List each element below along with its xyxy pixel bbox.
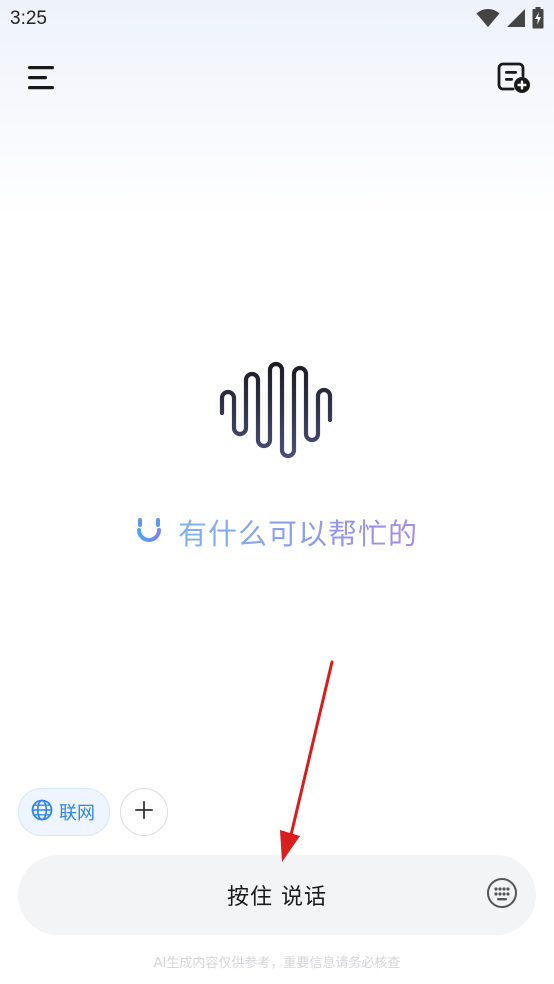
sound-wave-logo-icon <box>212 358 342 463</box>
hold-to-talk-label: 按住 说话 <box>227 885 327 910</box>
status-icons <box>476 7 544 29</box>
wifi-icon <box>476 8 500 28</box>
menu-button[interactable] <box>20 58 64 102</box>
greeting-text: 有什么可以帮忙的 <box>178 511 418 553</box>
chip-row: 联网 <box>18 788 168 836</box>
web-search-chip[interactable]: 联网 <box>18 788 110 836</box>
new-chat-button[interactable] <box>492 58 536 102</box>
status-time: 3:25 <box>10 8 47 29</box>
menu-icon <box>27 65 57 95</box>
keyboard-toggle-button[interactable] <box>486 877 518 913</box>
signal-icon <box>506 8 526 28</box>
ai-disclaimer: AI生成内容仅供参考，重要信息请务必核查 <box>153 956 401 971</box>
new-chat-icon <box>496 61 532 99</box>
keyboard-icon <box>486 877 518 913</box>
status-bar: 3:25 <box>0 0 554 38</box>
hold-to-talk-button[interactable]: 按住 说话 <box>18 855 536 935</box>
annotation-arrow-icon <box>270 650 350 875</box>
plus-icon <box>134 800 154 824</box>
battery-charging-icon <box>532 7 544 29</box>
web-search-label: 联网 <box>59 803 95 824</box>
globe-icon <box>31 799 53 825</box>
smile-icon <box>136 516 162 548</box>
greeting: 有什么可以帮忙的 <box>0 510 554 554</box>
add-button[interactable] <box>120 788 168 836</box>
